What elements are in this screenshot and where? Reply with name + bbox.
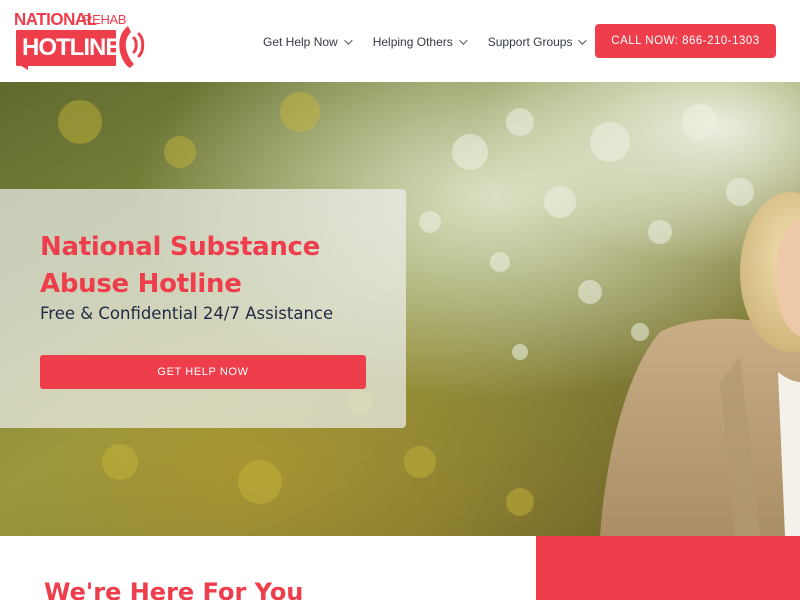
- site-header: NATIONAL REHAB HOTLINE Get Help Now Help…: [0, 0, 800, 82]
- logo-text-hotline: HOTLINE: [22, 34, 121, 61]
- main-nav: Get Help Now Helping Others Support Grou…: [263, 33, 607, 51]
- nav-item-label: Support Groups: [487, 35, 573, 49]
- logo-tail: [18, 64, 28, 70]
- nav-item-helping-others[interactable]: Helping Others: [372, 33, 468, 51]
- nav-item-label: Get Help Now: [263, 35, 338, 49]
- nav-item-get-help-now[interactable]: Get Help Now: [263, 33, 353, 51]
- hero-card: National Substance Abuse Hotline Free & …: [0, 189, 406, 428]
- call-now-button[interactable]: CALL NOW: 866-210-1303: [595, 24, 776, 58]
- chevron-down-icon: [458, 36, 468, 45]
- phone-handset-icon: [119, 26, 145, 68]
- nav-item-label: Helping Others: [372, 35, 453, 49]
- get-help-now-button[interactable]: GET HELP NOW: [40, 355, 366, 389]
- nav-item-support-groups[interactable]: Support Groups: [487, 33, 588, 51]
- logo-hotline-box: HOTLINE: [16, 30, 121, 66]
- site-logo[interactable]: NATIONAL REHAB HOTLINE: [14, 10, 150, 70]
- bottom-red-panel: [536, 536, 800, 600]
- hero-title: National Substance Abuse Hotline: [40, 232, 320, 299]
- chevron-down-icon: [578, 36, 588, 45]
- chevron-down-icon: [343, 36, 353, 45]
- hero-subtitle: Free & Confidential 24/7 Assistance: [40, 304, 334, 323]
- hero-section: National Substance Abuse Hotline Free & …: [0, 82, 800, 536]
- section-heading: We're Here For You: [44, 578, 304, 600]
